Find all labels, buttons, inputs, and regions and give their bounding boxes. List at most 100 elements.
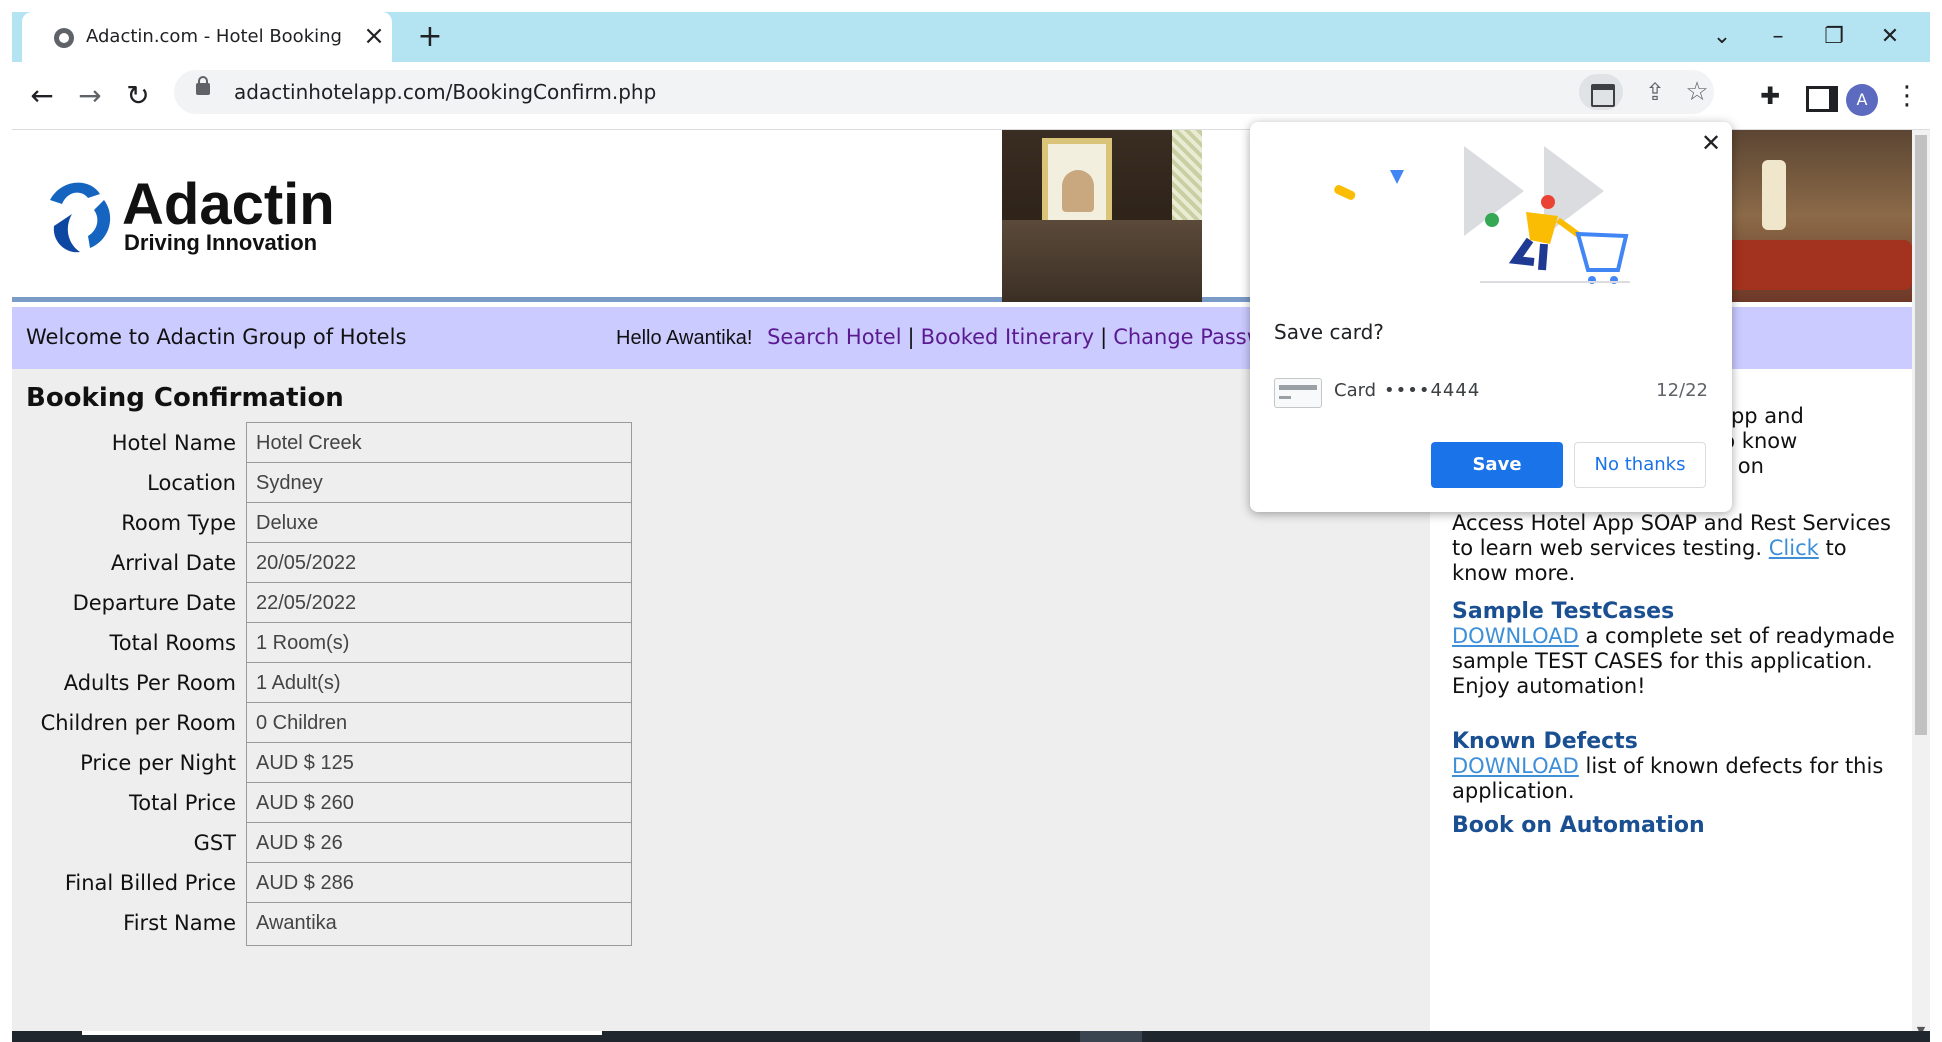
defects-title: Known Defects [1452, 729, 1638, 754]
field-value[interactable]: AUD $ 125 [246, 742, 632, 786]
address-bar[interactable]: adactinhotelapp.com/BookingConfirm.php ⇪… [174, 70, 1714, 114]
lock-icon[interactable] [196, 76, 210, 95]
tab-strip: Adactin.com - Hotel Booking Confirmation… [12, 12, 1930, 62]
close-icon[interactable]: × [360, 22, 388, 50]
welcome-text: Welcome to Adactin Group of Hotels [26, 325, 407, 349]
field-label: Location [147, 471, 236, 495]
popup-title: Save card? [1274, 320, 1384, 344]
reload-icon[interactable]: ↻ [120, 78, 156, 114]
field-label: Arrival Date [110, 551, 236, 575]
card-number: ••••4444 [1384, 380, 1481, 401]
field-label: Children per Room [40, 711, 236, 735]
testcases-title: Sample TestCases [1452, 599, 1675, 624]
url-text[interactable]: adactinhotelapp.com/BookingConfirm.php [234, 80, 656, 104]
field-value[interactable]: Sydney [246, 462, 632, 506]
defects-block: Known Defects DOWNLOAD list of known def… [1452, 729, 1902, 804]
nav-search-hotel[interactable]: Search Hotel [767, 325, 901, 349]
credit-card-icon [1274, 378, 1322, 408]
tab-active[interactable]: Adactin.com - Hotel Booking Confirmation… [22, 12, 392, 62]
field-value[interactable]: AUD $ 286 [246, 862, 632, 906]
field-value[interactable]: 1 Adult(s) [246, 662, 632, 706]
booking-row: Total Price AUD $ 260 [12, 782, 652, 826]
booking-row: Arrival Date 20/05/2022 [12, 542, 652, 586]
hotel-lobby-image [1702, 130, 1912, 302]
close-icon[interactable]: ✕ [1698, 130, 1724, 156]
booking-row: Total Rooms 1 Room(s) [12, 622, 652, 666]
card-expiry: 12/22 [1656, 380, 1708, 401]
share-icon[interactable]: ⇪ [1637, 75, 1673, 109]
field-label: Adults Per Room [63, 671, 236, 695]
scroll-thumb[interactable] [1915, 135, 1927, 735]
globe-icon [54, 28, 74, 48]
close-window-icon[interactable]: ✕ [1870, 22, 1910, 52]
field-label: GST [193, 831, 236, 855]
field-value[interactable]: AUD $ 260 [246, 782, 632, 826]
new-tab-button[interactable]: + [412, 22, 448, 52]
save-button[interactable]: Save [1431, 442, 1563, 488]
field-label: Total Rooms [109, 631, 236, 655]
avatar[interactable]: A [1846, 84, 1878, 116]
restore-icon[interactable]: ❐ [1814, 22, 1854, 52]
booking-confirmation-panel: Booking Confirmation Hotel Name Hotel Cre… [12, 369, 1430, 1042]
tab-title: Adactin.com - Hotel Booking Confirmation [86, 26, 344, 47]
hello-user: Hello Awantika! [616, 327, 753, 349]
field-label: Departure Date [72, 591, 236, 615]
back-icon[interactable]: ← [24, 78, 60, 114]
field-value[interactable]: AUD $ 26 [246, 822, 632, 866]
logo-tagline: Driving Innovation [124, 230, 318, 255]
logo-title: Adactin [122, 172, 335, 237]
minimize-icon[interactable]: – [1758, 22, 1798, 52]
shopping-illustration [1334, 146, 1630, 284]
browser-window: Adactin.com - Hotel Booking Confirmation… [12, 12, 1930, 1042]
field-value[interactable]: Hotel Creek [246, 422, 632, 466]
field-value[interactable]: 20/05/2022 [246, 542, 632, 586]
page-scrollbar[interactable]: ▼ [1912, 130, 1930, 1042]
testcases-block: Sample TestCases DOWNLOAD a complete set… [1452, 599, 1902, 699]
field-value[interactable]: Awantika [246, 902, 632, 946]
booking-row: Departure Date 22/05/2022 [12, 582, 652, 626]
star-icon[interactable]: ☆ [1679, 75, 1715, 109]
booking-row: Final Billed Price AUD $ 286 [12, 862, 652, 906]
field-label: First Name [123, 911, 236, 935]
booking-row: Adults Per Room 1 Adult(s) [12, 662, 652, 706]
booking-row: First Name Awantika [12, 902, 652, 946]
card-icon[interactable] [1579, 74, 1623, 110]
card-row: Card ••••4444 12/22 [1274, 374, 1708, 410]
book-block: Book on Automation [1452, 813, 1902, 838]
logo[interactable]: Adactin Driving Innovation [32, 170, 372, 260]
browser-toolbar: ← → ↻ adactinhotelapp.com/BookingConfirm… [12, 62, 1930, 130]
field-label: Hotel Name [111, 431, 236, 455]
booking-row: Price per Night AUD $ 125 [12, 742, 652, 786]
book-title[interactable]: Book on Automation [1452, 813, 1902, 838]
field-value[interactable]: 22/05/2022 [246, 582, 632, 626]
chevron-down-icon[interactable]: ⌄ [1702, 22, 1742, 52]
side-panel-icon[interactable] [1798, 78, 1838, 114]
field-value[interactable]: 1 Room(s) [246, 622, 632, 666]
logo-mark-icon [50, 182, 111, 253]
field-value[interactable]: 0 Children [246, 702, 632, 746]
page-title: Booking Confirmation [26, 383, 344, 413]
top-nav: Hello Awantika! Search Hotel | Booked Itin… [616, 325, 1298, 350]
booking-row: Hotel Name Hotel Creek [12, 422, 652, 466]
field-label: Price per Night [80, 751, 236, 775]
field-label: Total Price [129, 791, 236, 815]
nav-separator: | [1100, 325, 1108, 349]
booking-row: GST AUD $ 26 [12, 822, 652, 866]
defects-download-link[interactable]: DOWNLOAD [1452, 754, 1579, 778]
taskbar [12, 1031, 1930, 1042]
booking-row: Location Sydney [12, 462, 652, 506]
no-thanks-button[interactable]: No thanks [1574, 442, 1706, 488]
extensions-icon[interactable]: ✚ [1752, 78, 1788, 114]
nav-separator: | [907, 325, 915, 349]
booking-row: Room Type Deluxe [12, 502, 652, 546]
testcases-download-link[interactable]: DOWNLOAD [1452, 624, 1579, 648]
nav-booked-itinerary[interactable]: Booked Itinerary [921, 325, 1095, 349]
api-block: Access Hotel App SOAP and Rest Services … [1452, 511, 1902, 586]
field-label: Final Billed Price [64, 871, 236, 895]
field-value[interactable]: Deluxe [246, 502, 632, 546]
save-card-popup: ✕ Save card? Card ••••4444 12/22 Save No… [1250, 122, 1732, 512]
api-click-link[interactable]: Click [1769, 536, 1819, 560]
forward-icon[interactable]: → [72, 78, 108, 114]
booking-row: Children per Room 0 Children [12, 702, 652, 746]
menu-icon[interactable]: ⋮ [1892, 78, 1922, 114]
